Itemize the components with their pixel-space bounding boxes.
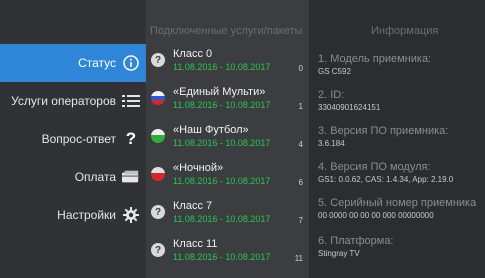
info-value: Stingray TV [318,249,360,258]
service-date: 11.08.2016 - 10.08.2017 [173,252,271,262]
info-header: Информация [371,25,439,37]
menu-item-label: Услуги операторов [11,94,116,108]
green-ball-icon [151,129,165,143]
info-label: 1. Модель приемника: [318,53,432,65]
info-item: 1. Модель приемника: GS C592 [318,53,485,76]
service-row[interactable]: ? Класс 0 11.08.2016 - 10.08.2017 0 [146,44,309,82]
service-name: Класс 0 [173,48,213,60]
info-item: 5. Серийный номер приемника 00 0000 00 0… [318,197,485,220]
menu-item-settings[interactable]: Настройки [0,196,146,234]
side-menu: Статус Услуги операторов Вопрос-ответ ? … [0,0,146,278]
menu-item-label: Оплата [74,170,116,184]
service-row[interactable]: ? Класс 7 11.08.2016 - 10.08.2017 7 [146,196,309,234]
service-date: 11.08.2016 - 10.08.2017 [173,176,271,186]
question-icon: ? [151,205,165,219]
service-row[interactable]: «Наш Футбол» 11.08.2016 - 10.08.2017 4 [146,120,309,158]
question-icon: ? [151,243,165,257]
menu-item-label: Вопрос-ответ [41,132,116,146]
service-count: 4 [298,140,303,149]
service-count: 6 [298,178,303,187]
service-row[interactable]: «Единый Мульти» 11.08.2016 - 10.08.2017 … [146,82,309,120]
question-icon: ? [151,53,165,67]
service-name: «Наш Футбол» [173,124,249,136]
card-icon [122,168,140,186]
menu-item-status[interactable]: Статус [0,44,146,82]
menu-item-operator-services[interactable]: Услуги операторов [0,82,146,120]
service-name: «Единый Мульти» [173,86,266,98]
status-screen: Статус Услуги операторов Вопрос-ответ ? … [0,0,485,278]
service-date: 11.08.2016 - 10.08.2017 [173,214,271,224]
service-name: Класс 7 [173,200,213,212]
info-icon [122,54,140,72]
info-label: 6. Платформа: [318,235,394,247]
menu-item-payment[interactable]: Оплата [0,158,146,196]
service-count: 7 [298,216,303,225]
info-value: 33040901624151 [318,103,381,112]
service-row[interactable]: ? Класс 11 11.08.2016 - 10.08.2017 11 [146,234,309,272]
list-icon [122,92,140,110]
info-value: 3.6.184 [318,139,345,148]
info-item: 4. Версия ПО модуля: GS1: 0.0.62, CAS: 1… [318,161,485,184]
service-count: 11 [294,254,303,263]
info-item: 3. Версия ПО приемника: 3.6.184 [318,125,485,148]
info-label: 3. Версия ПО приемника: [318,125,449,137]
menu-item-label: Настройки [57,208,116,222]
info-panel: Информация 1. Модель приемника: GS C592 … [309,0,485,278]
gear-icon [122,206,140,224]
service-count: 1 [298,102,303,111]
service-date: 11.08.2016 - 10.08.2017 [173,62,271,72]
info-label: 2. ID: [318,89,345,101]
service-count: 0 [298,64,303,73]
services-panel: Подключенные услуги/пакеты ? Класс 0 11.… [146,0,309,278]
tricolor-ball-icon [151,91,165,105]
info-label: 4. Версия ПО модуля: [318,161,431,173]
red-ball-icon [151,167,165,181]
menu-item-label: Статус [78,56,116,70]
info-item: 6. Платформа: Stingray TV [318,235,485,258]
service-name: «Ночной» [173,162,224,174]
info-label: 5. Серийный номер приемника [318,197,477,209]
info-value: GS C592 [318,67,351,76]
info-item: 2. ID: 33040901624151 [318,89,485,112]
service-date: 11.08.2016 - 10.08.2017 [173,100,271,110]
service-row[interactable]: «Ночной» 11.08.2016 - 10.08.2017 6 [146,158,309,196]
info-value: 00 0000 00 00 00 000 00000000 [318,211,434,220]
service-name: Класс 11 [173,238,218,250]
services-header: Подключенные услуги/пакеты [150,25,303,37]
service-date: 11.08.2016 - 10.08.2017 [173,138,271,148]
info-value: GS1: 0.0.62, CAS: 1.4.34, App: 2.19.0 [318,175,454,184]
question-mark-icon: ? [125,129,137,148]
menu-item-faq[interactable]: Вопрос-ответ ? [0,120,146,158]
